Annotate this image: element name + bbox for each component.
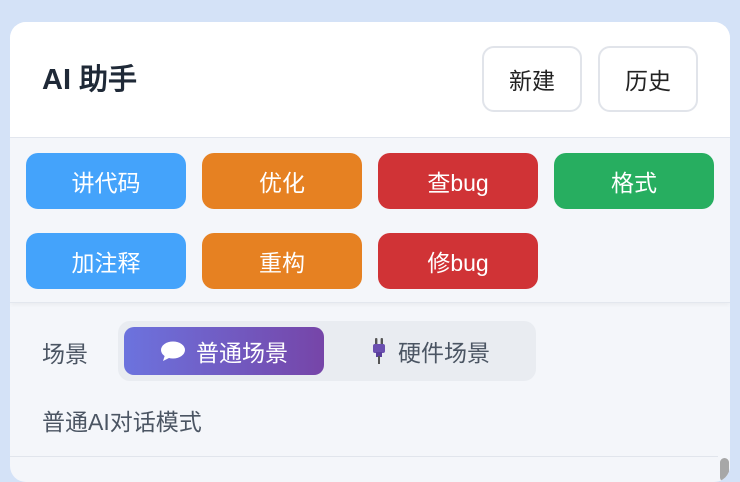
scene-option-normal[interactable]: 普通场景 bbox=[124, 327, 324, 375]
mode-description: 普通AI对话模式 bbox=[42, 409, 202, 435]
new-button[interactable]: 新建 bbox=[482, 46, 582, 112]
divider bbox=[10, 456, 730, 457]
page-title: AI 助手 bbox=[42, 64, 138, 96]
explain-code-button[interactable]: 讲代码 bbox=[26, 153, 186, 209]
optimize-button[interactable]: 优化 bbox=[202, 153, 362, 209]
scrollbar-thumb[interactable] bbox=[720, 458, 729, 482]
scrollbar[interactable] bbox=[718, 456, 730, 482]
scene-label: 场景 bbox=[42, 341, 88, 367]
chat-bubble-icon bbox=[160, 340, 186, 362]
scene-option-label: 普通场景 bbox=[196, 340, 288, 366]
scene-option-label: 硬件场景 bbox=[398, 340, 490, 366]
add-comments-button[interactable]: 加注释 bbox=[26, 233, 186, 289]
format-button[interactable]: 格式 bbox=[554, 153, 714, 209]
fix-bug-button[interactable]: 修bug bbox=[378, 233, 538, 289]
refactor-button[interactable]: 重构 bbox=[202, 233, 362, 289]
ai-assistant-panel: AI 助手 新建 历史 讲代码 优化 查bug 格式 加注释 重构 修bug 场… bbox=[10, 22, 730, 482]
plug-icon bbox=[370, 337, 388, 365]
header: AI 助手 新建 历史 bbox=[10, 22, 730, 138]
find-bug-button[interactable]: 查bug bbox=[378, 153, 538, 209]
scene-selector: 普通场景 硬件场景 bbox=[118, 321, 536, 381]
quick-actions: 讲代码 优化 查bug 格式 加注释 重构 修bug bbox=[10, 138, 730, 303]
scene-option-hardware[interactable]: 硬件场景 bbox=[328, 327, 532, 375]
history-button[interactable]: 历史 bbox=[598, 46, 698, 112]
